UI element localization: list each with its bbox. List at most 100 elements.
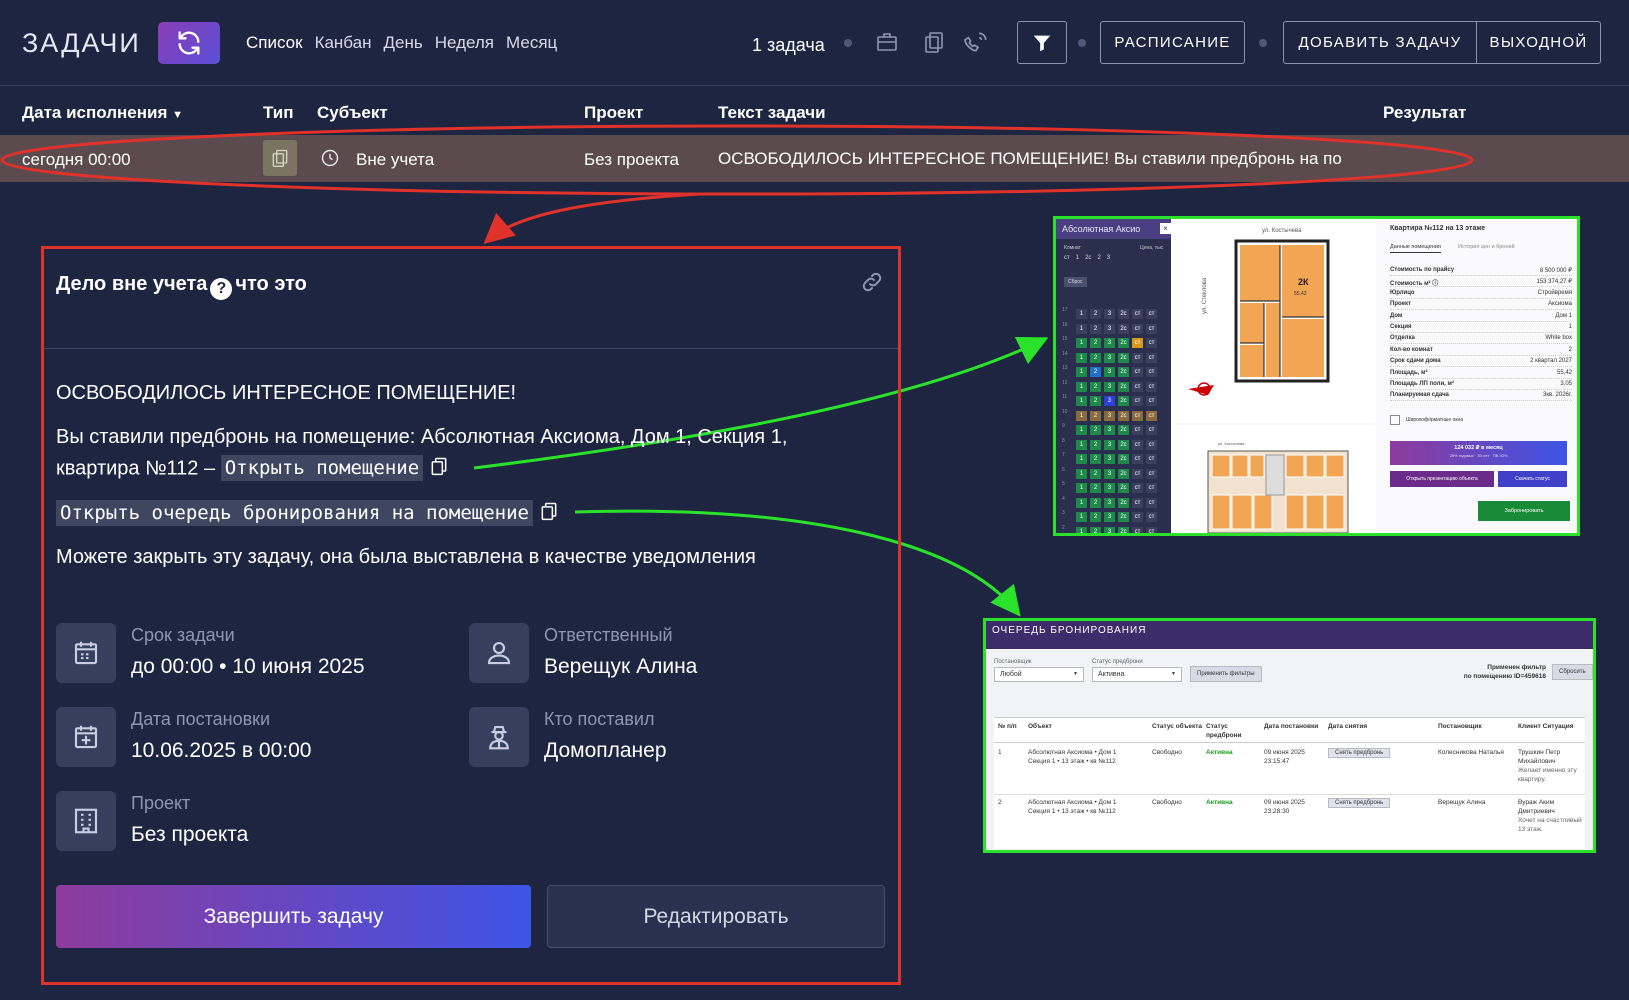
apartment-cell[interactable]: 3 <box>1104 468 1115 479</box>
apartment-cell[interactable]: ст <box>1132 338 1143 348</box>
open-room-link[interactable]: Открыть помещение <box>220 455 424 482</box>
apartment-cell[interactable]: ст <box>1146 425 1157 435</box>
reset-filter-button[interactable]: Сбросить <box>1552 664 1593 680</box>
apartment-cell[interactable]: ст <box>1146 381 1157 392</box>
apartment-cell[interactable]: 2 <box>1090 367 1101 377</box>
apartment-cell[interactable]: 2с <box>1118 410 1129 421</box>
remove-prebooking-button[interactable]: Снять предбронь <box>1328 748 1391 758</box>
apartment-cell[interactable]: ст <box>1132 425 1143 435</box>
apartment-cell[interactable]: 3 <box>1104 483 1115 493</box>
apartment-cell[interactable]: 3 <box>1104 338 1115 348</box>
apartment-cell[interactable]: ст <box>1146 512 1157 522</box>
apartment-cell[interactable]: 1 <box>1076 381 1087 392</box>
view-week[interactable]: Неделя <box>435 33 494 53</box>
view-kanban[interactable]: Канбан <box>315 33 372 53</box>
copy-link-button[interactable] <box>860 270 884 299</box>
apartment-cell[interactable]: 2 <box>1090 410 1101 421</box>
apartment-cell[interactable]: 2с <box>1118 309 1129 319</box>
creator-filter-select[interactable]: Любой ▼ <box>994 667 1084 682</box>
apartment-cell[interactable]: ст <box>1132 512 1143 522</box>
apartment-cell[interactable]: ст <box>1132 454 1143 464</box>
apartment-cell[interactable]: 2 <box>1090 396 1101 406</box>
apartment-cell[interactable]: ст <box>1132 367 1143 377</box>
apartment-cell[interactable]: 1 <box>1076 396 1087 406</box>
apartment-cell[interactable]: 2 <box>1090 526 1101 533</box>
apartment-cell[interactable]: ст <box>1146 497 1157 508</box>
apartment-cell[interactable]: ст <box>1132 497 1143 508</box>
apartment-cell[interactable]: 3 <box>1104 309 1115 319</box>
apartment-cell[interactable]: 2с <box>1118 483 1129 493</box>
apartment-cell[interactable]: 3 <box>1104 512 1115 522</box>
apartment-cell[interactable]: 1 <box>1076 468 1087 479</box>
close-icon[interactable]: × <box>1160 223 1171 234</box>
apartment-cell[interactable]: 3 <box>1104 352 1115 363</box>
apartment-cell[interactable]: 1 <box>1076 526 1087 533</box>
day-off-button[interactable]: ВЫХОДНОЙ <box>1476 21 1601 64</box>
apartment-cell[interactable]: 2 <box>1090 483 1101 493</box>
apartment-cell[interactable]: ст <box>1146 352 1157 363</box>
apartment-cell[interactable]: 2с <box>1118 381 1129 392</box>
download-status-button[interactable]: Скачать статус <box>1498 471 1567 487</box>
apartment-cell[interactable]: 1 <box>1076 338 1087 348</box>
apartment-cell[interactable]: ст <box>1146 396 1157 406</box>
apartment-cell[interactable]: ст <box>1146 410 1157 421</box>
apartment-cell[interactable]: ст <box>1132 526 1143 533</box>
apartment-cell[interactable]: 2с <box>1118 454 1129 464</box>
apartment-cell[interactable]: ст <box>1146 483 1157 493</box>
apartment-cell[interactable]: 1 <box>1076 454 1087 464</box>
apartment-cell[interactable]: 3 <box>1104 497 1115 508</box>
clipboard-button[interactable] <box>917 26 951 58</box>
apartment-cell[interactable]: ст <box>1132 323 1143 334</box>
apartment-cell[interactable]: 1 <box>1076 352 1087 363</box>
copy-queue-link-button[interactable] <box>539 500 559 528</box>
apartment-cell[interactable]: 2 <box>1090 309 1101 319</box>
apartment-cell[interactable]: ст <box>1132 410 1143 421</box>
apartment-cell[interactable]: ст <box>1146 439 1157 450</box>
apartment-cell[interactable]: 1 <box>1076 367 1087 377</box>
remove-prebooking-button[interactable]: Снять предбронь <box>1328 798 1391 808</box>
help-link[interactable]: что это <box>235 273 306 295</box>
tab-apartment-data[interactable]: Данные помещения <box>1390 244 1441 253</box>
apartment-cell[interactable]: ст <box>1146 468 1157 479</box>
sync-button[interactable] <box>158 22 220 64</box>
room-option[interactable]: 1 <box>1076 255 1079 261</box>
apply-filters-button[interactable]: Применить фильтры <box>1190 666 1262 682</box>
open-queue-link[interactable]: Открыть очередь бронирования на помещени… <box>56 500 533 527</box>
apartment-cell[interactable]: 2 <box>1090 454 1101 464</box>
apartment-cell[interactable]: 3 <box>1104 410 1115 421</box>
apartment-cell[interactable]: 3 <box>1104 526 1115 533</box>
apartment-cell[interactable]: 2с <box>1118 323 1129 334</box>
apartment-cell[interactable]: 2 <box>1090 497 1101 508</box>
apartment-cell[interactable]: 3 <box>1104 425 1115 435</box>
apartment-cell[interactable]: ст <box>1146 323 1157 334</box>
apartment-cell[interactable]: 1 <box>1076 483 1087 493</box>
add-task-button[interactable]: ДОБАВИТЬ ЗАДАЧУ <box>1283 21 1477 64</box>
apartment-cell[interactable]: 2с <box>1118 338 1129 348</box>
apartment-cell[interactable]: 1 <box>1076 425 1087 435</box>
book-button[interactable]: Забронировать <box>1478 501 1570 521</box>
apartment-cell[interactable]: 1 <box>1076 309 1087 319</box>
apartment-cell[interactable]: ст <box>1146 454 1157 464</box>
filter-button[interactable] <box>1017 21 1067 64</box>
reset-filter-button[interactable]: Сброс <box>1064 277 1087 287</box>
apartment-cell[interactable]: 2с <box>1118 526 1129 533</box>
apartment-cell[interactable]: 1 <box>1076 439 1087 450</box>
apartment-cell[interactable]: 2с <box>1118 512 1129 522</box>
apartment-cell[interactable]: 3 <box>1104 367 1115 377</box>
apartment-cell[interactable]: ст <box>1132 439 1143 450</box>
apartment-cell[interactable]: 3 <box>1104 381 1115 392</box>
apartment-cell[interactable]: 2 <box>1090 323 1101 334</box>
apartment-cell[interactable]: ст <box>1132 396 1143 406</box>
tab-price-history[interactable]: История цен и броней <box>1458 244 1515 250</box>
column-due-date[interactable]: Дата исполнения ▼ <box>22 103 183 123</box>
apartment-cell[interactable]: ст <box>1146 309 1157 319</box>
briefcase-button[interactable] <box>870 26 904 58</box>
apartment-cell[interactable]: ст <box>1146 338 1157 348</box>
apartment-cell[interactable]: 2с <box>1118 367 1129 377</box>
apartment-cell[interactable]: 2 <box>1090 338 1101 348</box>
mortgage-banner[interactable]: 124 032 ₽ в месяц 25% годовых · 30 лет ·… <box>1390 441 1567 465</box>
apartment-cell[interactable]: 2с <box>1118 352 1129 363</box>
apartment-cell[interactable]: 2 <box>1090 439 1101 450</box>
copy-room-link-button[interactable] <box>429 455 449 483</box>
apartment-cell[interactable]: 1 <box>1076 410 1087 421</box>
